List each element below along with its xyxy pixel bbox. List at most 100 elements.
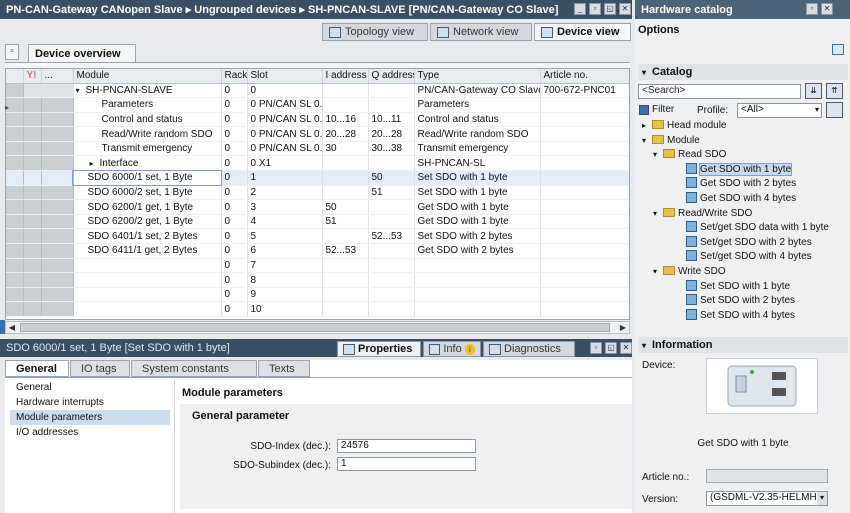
cell-i-address[interactable] <box>322 97 369 113</box>
cell-q-address[interactable] <box>368 272 415 288</box>
row-grip[interactable] <box>6 83 24 99</box>
table-row[interactable]: Read/Write random SDO 0 0 PN/CAN SL 0.3 20.… <box>6 126 629 142</box>
col-status[interactable]: Y! <box>23 69 42 84</box>
cell-q-address[interactable] <box>368 155 415 172</box>
cell-q-address[interactable]: 20...28 <box>368 126 415 142</box>
sdo-subindex-input[interactable]: 1 <box>337 457 476 471</box>
table-row[interactable]: Control and status 0 0 PN/CAN SL 0.2 10...1… <box>6 112 629 128</box>
cell-i-address[interactable]: 50 <box>322 199 369 215</box>
collapse-icon[interactable]: ▾ <box>653 265 663 280</box>
table-row[interactable]: SDO 6200/1 get, 1 Byte 0 3 50 Get SDO with 1… <box>6 199 629 215</box>
col-q-address[interactable]: Q address <box>368 69 415 84</box>
collapse-icon[interactable]: ▾ <box>642 134 652 149</box>
col-more[interactable]: ... <box>41 69 74 84</box>
cell-module[interactable]: Parameters <box>73 97 222 113</box>
cell-module[interactable]: SDO 6000/1 set, 1 Byte <box>72 169 222 187</box>
cell-module[interactable]: SDO 6401/1 set, 2 Bytes <box>73 228 222 245</box>
cell-module[interactable]: SDO 6200/2 get, 1 Byte <box>73 214 222 230</box>
scroll-right-icon[interactable]: ▶ <box>617 322 629 333</box>
cell-module[interactable]: Control and status <box>73 112 222 128</box>
table-row[interactable]: ▸ Interface 0 0 X1 SH-PNCAN-SL <box>6 155 629 172</box>
col-module[interactable]: Module <box>73 69 222 84</box>
table-row[interactable]: SDO 6000/1 set, 1 Byte 0 1 50 Set SDO with 1… <box>6 169 629 187</box>
cell-module[interactable] <box>73 287 222 303</box>
nav-io-addresses[interactable]: I/O addresses <box>10 425 170 440</box>
cell-q-address[interactable]: 10...11 <box>368 112 415 128</box>
cell-module[interactable] <box>73 272 222 288</box>
nav-general[interactable]: General <box>10 380 170 395</box>
nav-hardware-interrupts[interactable]: Hardware interrupts <box>10 395 170 410</box>
cell-module[interactable]: SDO 6000/2 set, 1 Byte <box>73 185 222 201</box>
cell-i-address[interactable] <box>322 258 369 274</box>
cell-q-address[interactable] <box>368 214 415 230</box>
cell-module[interactable]: SDO 6200/1 get, 1 Byte <box>73 199 222 215</box>
options-toggle-icon[interactable] <box>832 44 844 55</box>
cell-q-address[interactable] <box>368 301 415 317</box>
prop-close-icon[interactable]: ✕ <box>620 342 632 354</box>
table-row[interactable]: Parameters 0 0 PN/CAN SL 0.1 Parameters <box>6 97 629 113</box>
table-row[interactable]: ▾ SH-PNCAN-SLAVE 0 0 PN/CAN-Gateway CO Slave… <box>6 83 629 99</box>
row-grip[interactable] <box>6 155 24 172</box>
table-row[interactable]: 0 10 <box>6 301 629 317</box>
tab-diagnostics[interactable]: Diagnostics <box>483 341 575 357</box>
tree-folder[interactable]: ▾ Module <box>642 134 842 149</box>
cell-i-address[interactable]: 51 <box>322 214 369 230</box>
cell-i-address[interactable]: 20...28 <box>322 126 369 142</box>
collapse-icon[interactable]: ▾ <box>653 148 663 163</box>
expand-icon[interactable]: ▸ <box>90 159 100 168</box>
table-hscrollbar[interactable]: ◀ ▶ <box>5 321 630 334</box>
cell-module[interactable]: Read/Write random SDO <box>73 126 222 142</box>
row-grip[interactable] <box>6 272 24 288</box>
row-grip[interactable] <box>6 228 24 245</box>
row-grip[interactable] <box>6 214 24 230</box>
row-grip[interactable] <box>6 170 24 186</box>
cell-q-address[interactable] <box>368 243 415 259</box>
row-grip[interactable] <box>6 243 24 259</box>
tab-device-view[interactable]: Device view <box>534 23 631 41</box>
col-article[interactable]: Article no. <box>540 69 629 84</box>
cell-module[interactable] <box>73 258 222 274</box>
cell-q-address[interactable]: 52...53 <box>368 228 415 245</box>
cell-module[interactable]: Transmit emergency <box>73 141 222 157</box>
catalog-restore-icon[interactable]: ▫ <box>806 3 818 15</box>
table-row[interactable]: Transmit emergency 0 0 PN/CAN SL 0.4 30 30..… <box>6 141 629 157</box>
cell-i-address[interactable]: 52...53 <box>322 243 369 259</box>
table-row[interactable]: 08 <box>6 272 629 288</box>
row-grip[interactable] <box>6 141 24 157</box>
overview-pin-icon[interactable]: ▫ <box>5 44 19 60</box>
catalog-section-header[interactable]: ▾ Catalog <box>638 64 848 80</box>
tab-properties[interactable]: Properties <box>337 341 421 357</box>
cell-module[interactable]: ▸ Interface <box>73 155 222 172</box>
search-down-icon[interactable]: ⇊ <box>805 83 822 99</box>
subtab-system-constants[interactable]: System constants <box>131 360 257 377</box>
information-section-header[interactable]: ▾ Information <box>638 337 848 353</box>
tree-item[interactable]: Set/get SDO with 4 bytes <box>642 250 842 265</box>
col-slot[interactable]: Slot <box>247 69 323 84</box>
tree-item[interactable]: Set/get SDO with 2 bytes <box>642 235 842 251</box>
cell-i-address[interactable] <box>322 301 369 317</box>
profile-select[interactable]: <All> ▾ <box>737 103 822 118</box>
cell-i-address[interactable] <box>322 155 369 172</box>
scroll-left-icon[interactable]: ◀ <box>6 322 18 333</box>
restore-icon[interactable]: ▫ <box>589 3 601 15</box>
nav-module-parameters[interactable]: Module parameters <box>10 410 170 425</box>
cell-i-address[interactable] <box>322 287 369 303</box>
row-grip[interactable] <box>6 301 24 317</box>
tree-item[interactable]: Get SDO with 4 bytes <box>642 191 842 207</box>
cell-module[interactable] <box>73 301 222 317</box>
cell-i-address[interactable]: 10...16 <box>322 112 369 128</box>
tree-item[interactable]: Set/get SDO data with 1 byte <box>642 221 842 236</box>
row-grip[interactable] <box>6 287 24 303</box>
cell-i-address[interactable] <box>322 272 369 288</box>
table-row[interactable]: SDO 6000/2 set, 1 Byte 0 2 51 Set SDO with 1… <box>6 185 629 201</box>
tree-folder[interactable]: ▸ Head module <box>642 119 842 134</box>
prop-float-icon[interactable]: ◱ <box>605 342 617 354</box>
row-grip[interactable] <box>6 258 24 274</box>
subtab-io-tags[interactable]: IO tags <box>70 360 130 377</box>
col-i-address[interactable]: I address <box>322 69 369 84</box>
table-row[interactable]: SDO 6411/1 get, 2 Bytes 0 6 52...53 Get SDO … <box>6 243 629 259</box>
cell-q-address[interactable] <box>368 287 415 303</box>
close-icon[interactable]: ✕ <box>619 3 631 15</box>
cell-q-address[interactable] <box>368 83 415 99</box>
tree-item[interactable]: Get SDO with 1 byte <box>642 162 842 178</box>
